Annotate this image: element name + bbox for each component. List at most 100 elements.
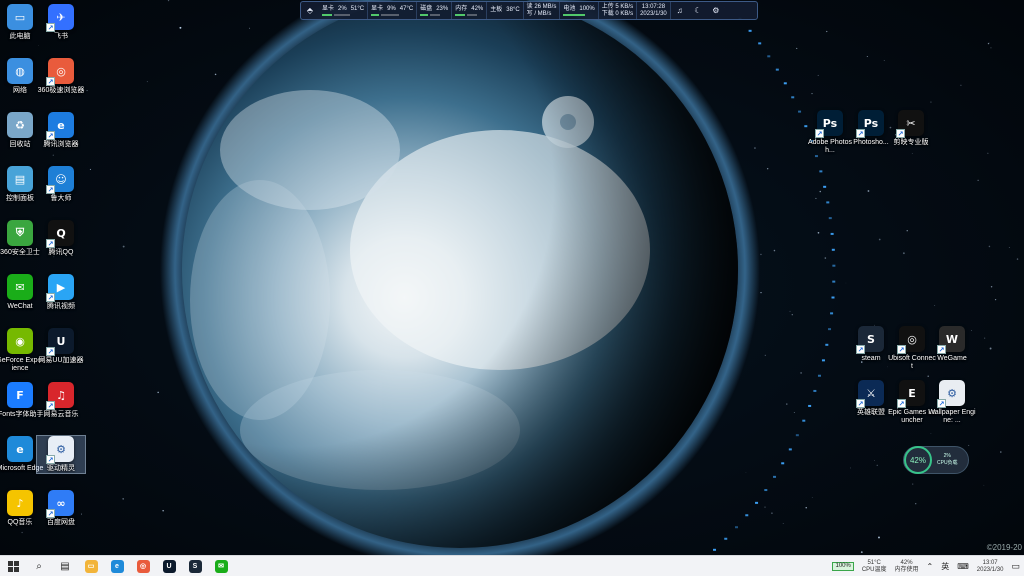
desktop-icon[interactable]: ⚙ ↗ Wallpaper Engine: ...	[928, 380, 976, 425]
taskbar-app-steam[interactable]: S	[182, 556, 208, 576]
memory-usage: 42%	[471, 5, 484, 12]
tray-cpu-temp-label: CPU温度	[861, 566, 887, 573]
shortcut-arrow-icon: ↗	[46, 239, 55, 248]
desktop-icon-label: 360极速浏览器	[37, 87, 85, 94]
notification-icon[interactable]: ▭	[1011, 561, 1020, 572]
search-icon: ⌕	[36, 560, 42, 572]
battery-label: 电池	[563, 5, 576, 12]
desktop-icon[interactable]: ▶ ↗ 腾讯视频	[37, 274, 85, 311]
desktop-icon-label: 腾讯浏览器	[43, 141, 79, 148]
desktop-icon[interactable]: ♫ ↗ 网易云音乐	[37, 382, 85, 419]
board-label: 主板	[490, 7, 503, 13]
desktop-icon[interactable]: ⚙ ↗ 驱动精灵	[36, 435, 86, 474]
desktop-icon[interactable]: e ↗ 腾讯浏览器	[37, 112, 85, 149]
desktop-icon[interactable]: ☺ ↗ 鲁大师	[37, 166, 85, 203]
taskbar-apps: ▭ e ◎ U S ✉	[78, 556, 234, 576]
wechat-icon: ✉	[7, 274, 33, 300]
taskbar-app-file-explorer[interactable]: ▭	[78, 556, 104, 576]
ludashi-icon: ☺ ↗	[46, 166, 74, 194]
lol-icon: ⚔ ↗	[856, 380, 884, 408]
taskbar: ⌕ ▤ ▭ e ◎ U S ✉ 100% 51°C CPU温度 42% 内存使用 ⌃ 英 …	[0, 555, 1024, 576]
monitor-time: 13:07:28	[641, 3, 666, 10]
cpu-usage: 9%	[387, 5, 396, 12]
desktop-icon[interactable]: Q ↗ 腾讯QQ	[37, 220, 85, 257]
network-icon: ◍	[7, 58, 33, 84]
driver-icon: ⚙ ↗	[46, 436, 74, 464]
battery-value: 100%	[579, 5, 595, 12]
nvidia-icon: ◉	[7, 328, 33, 354]
gpu-stat: 显卡 2% 51°C	[319, 2, 369, 19]
desktop-icon-label: 腾讯视频	[47, 303, 75, 310]
tray-memory[interactable]: 42% 内存使用	[895, 560, 919, 574]
desktop-icon[interactable]: U ↗ 网易UU加速器	[37, 328, 85, 365]
gpu-temp: 51°C	[350, 5, 365, 12]
desktop-icon-label: 百度网盘	[47, 519, 75, 526]
edge-icon: e	[110, 559, 124, 573]
task-view-icon: ▤	[60, 560, 70, 572]
wechat-icon: ✉	[214, 559, 228, 573]
wallpaper-engine-icon: ⚙ ↗	[937, 380, 965, 408]
battery-stat: 电池 100%	[560, 2, 599, 19]
cpu-ring: 42%	[904, 446, 932, 474]
pc-icon: ▭	[7, 4, 33, 30]
desktop-icon[interactable]: ✈ ↗ 飞书	[37, 4, 85, 41]
uu-accelerator-icon: U ↗	[46, 328, 74, 356]
bell-icon[interactable]: ♫	[671, 2, 689, 19]
tray-battery[interactable]: 100%	[832, 562, 854, 571]
shortcut-arrow-icon: ↗	[46, 77, 55, 86]
shortcut-arrow-icon: ↗	[856, 345, 865, 354]
network-stat: 上传 5 KB/s 下载 0 KB/s	[599, 2, 638, 19]
photoshop-icon: Ps ↗	[856, 110, 884, 138]
disk-io-stat: 读 26 MB/s 写 / MB/s	[524, 2, 561, 19]
disk-usage: 23%	[436, 5, 449, 12]
task-view-button[interactable]: ▤	[52, 556, 78, 576]
desktop-icon[interactable]: ∞ ↗ 百度网盘	[37, 490, 85, 527]
taskbar-app-wechat[interactable]: ✉	[208, 556, 234, 576]
shortcut-arrow-icon: ↗	[46, 131, 55, 140]
tray-date: 2023/1/30	[976, 566, 1004, 573]
tray-ime[interactable]: 英	[941, 561, 949, 572]
desktop-icon-label: 鲁大师	[50, 195, 72, 202]
qq-music-icon: ♪	[7, 490, 33, 516]
disk-write: 写 / MB/s	[526, 10, 552, 17]
gpu-label: 显卡	[322, 5, 335, 12]
taskbar-app-360-browser[interactable]: ◎	[130, 556, 156, 576]
disk-stat: 磁盘 23%	[417, 2, 453, 19]
monitor-logo-icon[interactable]: ⬘	[301, 2, 319, 19]
ifonts-icon: F	[7, 382, 33, 408]
cpu-stat: 显卡 9% 47°C	[368, 2, 418, 19]
tray-time: 13:07	[982, 559, 998, 566]
copyright-text: ©2019-20	[986, 543, 1022, 552]
desktop-icon[interactable]: ◎ ↗ 360极速浏览器	[37, 58, 85, 95]
desktop-icon-label: 网易云音乐	[43, 411, 79, 418]
tray-keyboard-icon[interactable]: ⌨	[957, 562, 969, 571]
tray-chevron-up-icon[interactable]: ⌃	[927, 562, 934, 571]
desktop-icon[interactable]: ✂ ↗ 剪映专业版	[887, 110, 935, 147]
shortcut-arrow-icon: ↗	[937, 399, 946, 408]
shortcut-arrow-icon: ↗	[46, 293, 55, 302]
moon-icon[interactable]: ☾	[689, 2, 707, 19]
taskbar-app-edge[interactable]: e	[104, 556, 130, 576]
disk-read: 读 26 MB/s	[526, 3, 557, 10]
disk-label: 磁盘	[420, 5, 433, 12]
shortcut-arrow-icon: ↗	[46, 185, 55, 194]
ubisoft-icon: ◎ ↗	[897, 326, 925, 354]
taskbar-app-uu-accelerator[interactable]: U	[156, 556, 182, 576]
search-button[interactable]: ⌕	[26, 556, 52, 576]
system-tray: 100% 51°C CPU温度 42% 内存使用 ⌃ 英 ⌨ 13:07 202…	[832, 556, 1020, 576]
qq-icon: Q ↗	[46, 220, 74, 248]
settings-icon[interactable]: ⚙	[707, 2, 725, 19]
shortcut-arrow-icon: ↗	[46, 347, 55, 356]
monitor-date: 2023/1/30	[640, 10, 667, 17]
cpu-widget-text: 2% CPU负载	[937, 453, 958, 467]
photoshop-icon: Ps ↗	[815, 110, 843, 138]
desktop-icon-label: 驱动精灵	[47, 465, 75, 472]
tray-clock[interactable]: 13:07 2023/1/30	[977, 560, 1004, 574]
tray-cpu-temp[interactable]: 51°C CPU温度	[862, 560, 887, 574]
board-temp: 38°C	[506, 7, 520, 13]
cpu-load-widget[interactable]: 42% 2% CPU负载	[903, 446, 969, 474]
epic-icon: E ↗	[897, 380, 925, 408]
tray-memory-label: 内存使用	[894, 566, 919, 573]
start-button[interactable]	[0, 556, 26, 576]
desktop-icon[interactable]: W ↗ WeGame	[928, 326, 976, 363]
